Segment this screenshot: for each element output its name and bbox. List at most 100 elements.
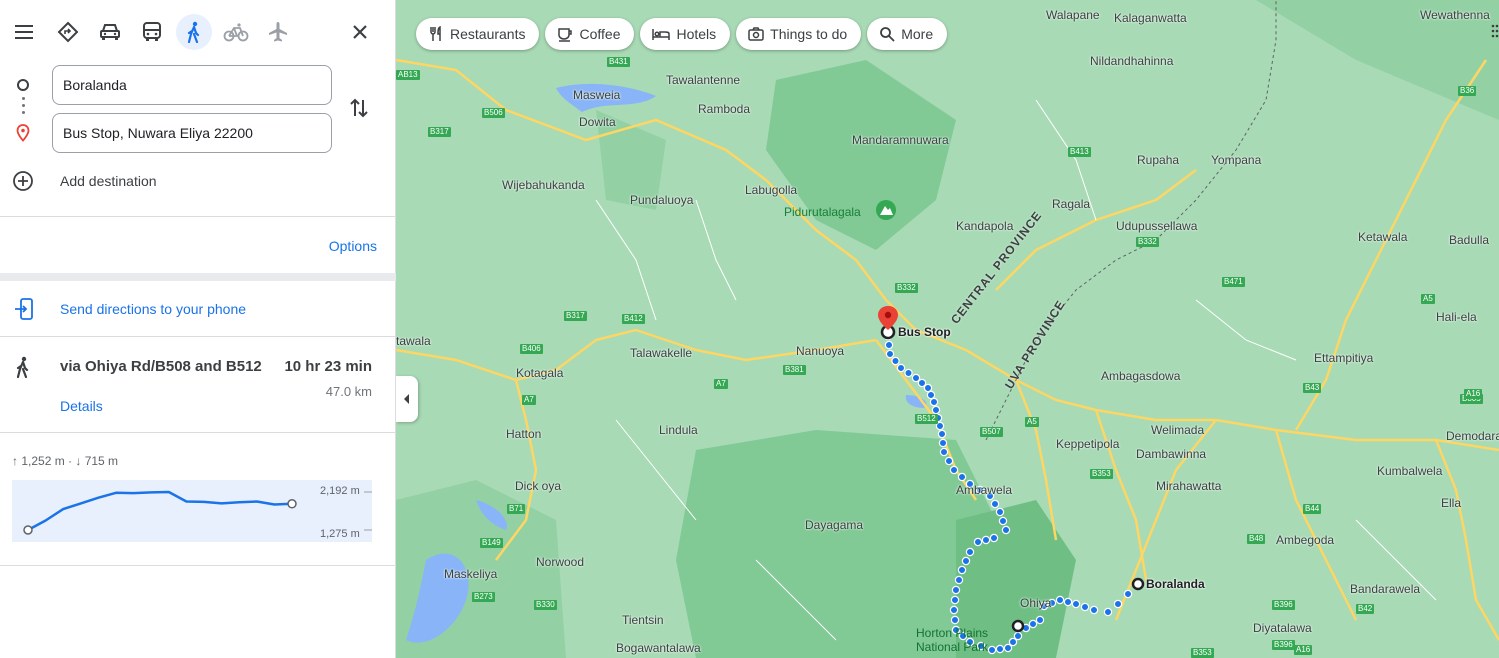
route-dot [949, 605, 959, 615]
route-dot [950, 595, 960, 605]
peak-poi-icon[interactable] [876, 200, 896, 220]
elevation-max-label: 2,192 m [320, 485, 360, 497]
road-shield: B353 [1191, 648, 1214, 658]
walking-mode-button[interactable] [176, 14, 212, 50]
apps-grid-icon[interactable] [1491, 24, 1499, 38]
chip-label: Coffee [579, 26, 621, 42]
route-dot [1113, 599, 1123, 609]
route-dot [957, 565, 967, 575]
place-label: Ambawela [956, 483, 1013, 497]
chip-restaurants[interactable]: Restaurants [416, 18, 540, 50]
route-details-link[interactable]: Details [60, 398, 103, 414]
collapse-panel-button[interactable] [396, 376, 418, 422]
place-label: Norwood [536, 555, 585, 569]
road-shield: B506 [482, 108, 505, 118]
driving-mode-button[interactable] [92, 14, 128, 50]
route-dot [904, 368, 913, 378]
road-shield: B512 [915, 414, 938, 424]
road-shield: B36 [1458, 86, 1477, 96]
flight-mode-button[interactable] [260, 14, 296, 50]
route-dot [990, 499, 1000, 509]
origin-input[interactable]: Boralanda [52, 65, 332, 105]
map-canvas[interactable]: Walapane Kalaganwatta Wewathenna Nildand… [396, 0, 1499, 658]
options-link[interactable]: Options [329, 238, 377, 254]
place-label: Udupussellawa [1116, 219, 1198, 233]
route-dot [998, 516, 1008, 526]
place-label: Dick oya [515, 479, 562, 493]
place-label: Welimada [1151, 423, 1205, 437]
close-directions-button[interactable] [342, 14, 378, 50]
park-label[interactable]: Horton Plains National Park [916, 626, 1008, 654]
place-label: Talawakelle [630, 346, 693, 360]
hotel-icon [652, 29, 671, 40]
place-label: Mirahawatta [1156, 479, 1222, 493]
cycling-mode-button[interactable] [218, 14, 254, 50]
place-label: Ragala [1052, 197, 1091, 211]
road-shield: B396 [1272, 640, 1295, 650]
place-label: Ambegoda [1276, 533, 1335, 547]
chip-label: More [901, 26, 934, 42]
road-shield: A16 [1464, 389, 1483, 399]
route-dot [944, 456, 954, 466]
place-label: Wijebahukanda [502, 178, 585, 192]
transit-mode-button[interactable] [134, 14, 170, 50]
route-dot [1001, 525, 1011, 535]
menu-icon [15, 25, 33, 39]
place-label: Kandapola [956, 219, 1014, 233]
route-dot [917, 378, 927, 388]
road-shield: B317 [564, 311, 587, 321]
route-dot [1080, 602, 1090, 612]
best-route-mode-button[interactable] [50, 14, 86, 50]
section-divider [0, 273, 396, 281]
destination-pin-icon[interactable] [878, 306, 898, 330]
route-dot [973, 537, 983, 547]
forest-area [766, 60, 956, 250]
restaurant-icon [430, 26, 441, 41]
close-icon [353, 25, 367, 39]
route-option[interactable]: via Ohiya Rd/B508 and B512 10 hr 23 min … [0, 338, 396, 433]
destination-input[interactable]: Bus Stop, Nuwara Eliya 22200 [52, 113, 332, 153]
place-label: Masweia [573, 88, 621, 102]
place-label: Ohiya [1020, 596, 1052, 610]
route-dot [926, 390, 936, 400]
road-shield: AB13 [396, 70, 420, 80]
chip-things-to-do[interactable]: Things to do [736, 18, 862, 50]
place-label: Ketawala [1358, 230, 1408, 244]
route-dot [957, 472, 967, 482]
walk-icon [16, 356, 29, 378]
chip-hotels[interactable]: Hotels [640, 18, 731, 50]
route-dot [929, 397, 939, 407]
chevron-left-icon [404, 394, 409, 404]
place-label: Badulla [1449, 233, 1490, 247]
send-to-phone-label: Send directions to your phone [60, 301, 247, 317]
road-shield: B149 [480, 538, 503, 548]
poi-label[interactable]: Pidurutalagala [784, 205, 861, 219]
bus-stop-label[interactable]: Bus Stop [898, 325, 951, 339]
directions-panel: Boralanda Bus Stop, Nuwara Eliya 22200 A… [0, 0, 396, 658]
divider [0, 216, 396, 217]
chip-coffee[interactable]: Coffee [545, 18, 635, 50]
route-dot [937, 429, 947, 439]
add-destination-button[interactable]: Add destination [12, 170, 157, 192]
camera-icon [748, 27, 764, 41]
chip-label: Things to do [770, 26, 848, 42]
place-label: Dambawinna [1136, 447, 1207, 461]
road-shield: B412 [622, 314, 645, 324]
menu-button[interactable] [6, 14, 42, 50]
place-label: tawala [396, 334, 431, 348]
route-dot [949, 465, 959, 475]
category-chips: Restaurants Coffee Hotels Things to do M… [416, 18, 948, 50]
chip-more[interactable]: More [867, 18, 948, 50]
place-label: Ramboda [698, 102, 751, 116]
maps-app: Boralanda Bus Stop, Nuwara Eliya 22200 A… [0, 0, 1499, 658]
boralanda-endpoint-marker[interactable] [1131, 577, 1145, 591]
road-shield: B273 [472, 592, 495, 602]
place-label: Ettampitiya [1314, 351, 1374, 365]
bike-icon [223, 23, 249, 42]
road-shield: A7 [522, 395, 536, 405]
swap-icon[interactable] [348, 96, 370, 120]
route-dot [989, 533, 999, 543]
place-label: Maskeliya [444, 567, 498, 581]
boralanda-label[interactable]: Boralanda [1146, 577, 1205, 591]
send-to-phone-button[interactable]: Send directions to your phone [0, 282, 396, 337]
